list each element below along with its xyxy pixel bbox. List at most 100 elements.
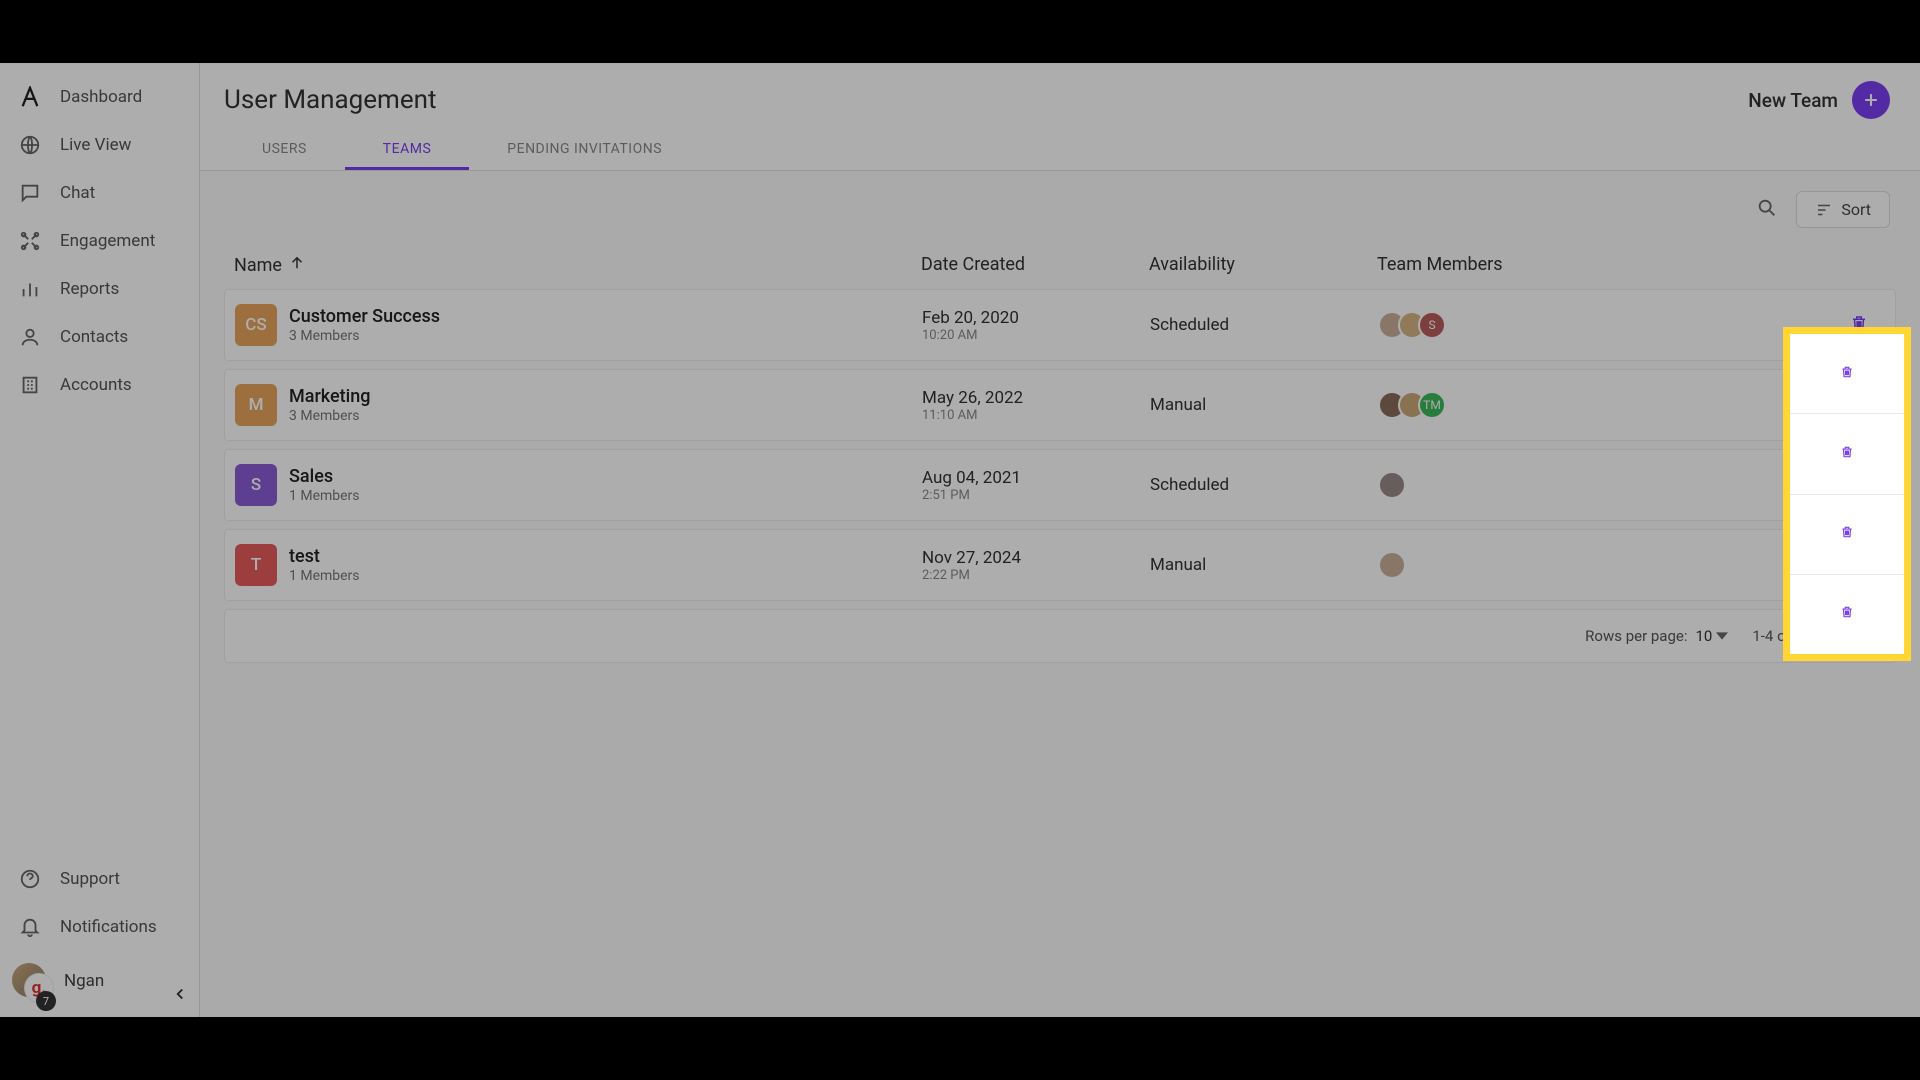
column-date[interactable]: Date Created <box>921 254 1149 277</box>
arrow-up-icon <box>288 254 306 277</box>
search-button[interactable] <box>1756 197 1778 223</box>
sidebar-item-live-view[interactable]: Live View <box>0 121 199 169</box>
team-members <box>1378 471 1823 499</box>
sidebar-item-label: Reports <box>60 279 119 299</box>
team-avatar: S <box>235 464 277 506</box>
plus-icon <box>1861 90 1881 110</box>
page-title: User Management <box>224 85 437 115</box>
team-availability: Scheduled <box>1150 475 1378 495</box>
new-team-button[interactable] <box>1852 81 1890 119</box>
trash-icon <box>1840 364 1854 380</box>
team-name: Marketing <box>289 386 922 407</box>
delete-team-button[interactable] <box>1840 444 1854 464</box>
collapse-sidebar-button[interactable] <box>171 985 189 1007</box>
delete-team-button[interactable] <box>1850 314 1868 336</box>
table-row[interactable]: M Marketing 3 Members May 26, 2022 11:10… <box>224 369 1896 441</box>
search-icon <box>1756 197 1778 219</box>
globe-icon <box>14 129 46 161</box>
team-members: TM <box>1378 391 1823 419</box>
table-header: Name Date Created Availability Team Memb… <box>224 242 1896 289</box>
team-availability: Manual <box>1150 395 1378 415</box>
toolbar: Sort <box>224 191 1896 228</box>
chat-icon <box>14 177 46 209</box>
team-availability: Scheduled <box>1150 315 1378 335</box>
team-members: S <box>1378 311 1823 339</box>
pagination: Rows per page: 10 1-4 of 4 <box>224 609 1896 663</box>
team-availability: Manual <box>1150 555 1378 575</box>
sort-icon <box>1815 201 1833 219</box>
sidebar-item-label: Chat <box>60 183 95 203</box>
delete-team-button[interactable] <box>1840 604 1854 624</box>
header: User Management New Team USERS TEAMS PEN… <box>200 63 1920 171</box>
sidebar-item-reports[interactable]: Reports <box>0 265 199 313</box>
tab-pending-invitations[interactable]: PENDING INVITATIONS <box>469 131 700 170</box>
bar-chart-icon <box>14 273 46 305</box>
new-team-label: New Team <box>1748 89 1838 112</box>
trash-icon <box>1840 604 1854 620</box>
sidebar: Dashboard Live View Chat Engagement Repo… <box>0 63 200 1017</box>
member-avatar <box>1378 551 1406 579</box>
sidebar-item-dashboard[interactable]: Dashboard <box>0 73 199 121</box>
notification-badge: 7 <box>36 991 56 1011</box>
sidebar-item-notifications[interactable]: Notifications <box>0 903 199 951</box>
sidebar-item-chat[interactable]: Chat <box>0 169 199 217</box>
team-time: 2:51 PM <box>922 488 1150 503</box>
rows-per-page-label: Rows per page: <box>1585 627 1687 645</box>
team-member-count: 1 Members <box>289 488 922 504</box>
tabs: USERS TEAMS PENDING INVITATIONS <box>224 131 1890 170</box>
rows-per-page-select[interactable]: 10 <box>1695 627 1728 645</box>
team-member-count: 1 Members <box>289 568 922 584</box>
sidebar-item-label: Notifications <box>60 917 157 937</box>
logo-icon <box>14 81 46 113</box>
team-date: May 26, 2022 <box>922 388 1150 408</box>
sidebar-item-label: Contacts <box>60 327 128 347</box>
main-content: User Management New Team USERS TEAMS PEN… <box>200 63 1920 1017</box>
table-row[interactable]: CS Customer Success 3 Members Feb 20, 20… <box>224 289 1896 361</box>
sidebar-item-accounts[interactable]: Accounts <box>0 361 199 409</box>
table-row[interactable]: T test 1 Members Nov 27, 2024 2:22 PM Ma… <box>224 529 1896 601</box>
sidebar-item-label: Dashboard <box>60 87 142 107</box>
team-avatar: CS <box>235 304 277 346</box>
team-time: 10:20 AM <box>922 328 1150 343</box>
trash-icon <box>1840 444 1854 460</box>
user-name: Ngan <box>64 971 104 991</box>
sidebar-item-support[interactable]: Support <box>0 855 199 903</box>
help-icon <box>14 863 46 895</box>
tab-teams[interactable]: TEAMS <box>345 131 469 170</box>
team-name: test <box>289 546 922 567</box>
user-profile[interactable]: g. 7 Ngan <box>0 951 199 1011</box>
sidebar-item-contacts[interactable]: Contacts <box>0 313 199 361</box>
team-avatar: T <box>235 544 277 586</box>
column-members[interactable]: Team Members <box>1377 254 1886 277</box>
contacts-icon <box>14 321 46 353</box>
team-avatar: M <box>235 384 277 426</box>
team-date: Aug 04, 2021 <box>922 468 1150 488</box>
sort-button[interactable]: Sort <box>1796 191 1890 228</box>
sidebar-item-engagement[interactable]: Engagement <box>0 217 199 265</box>
delete-team-button[interactable] <box>1840 524 1854 544</box>
column-name[interactable]: Name <box>234 254 921 277</box>
team-time: 11:10 AM <box>922 408 1150 423</box>
team-date: Nov 27, 2024 <box>922 548 1150 568</box>
avatar: g. 7 <box>10 959 54 1003</box>
delete-team-button[interactable] <box>1840 364 1854 384</box>
table-row[interactable]: S Sales 1 Members Aug 04, 2021 2:51 PM S… <box>224 449 1896 521</box>
team-time: 2:22 PM <box>922 568 1150 583</box>
tab-users[interactable]: USERS <box>224 131 345 170</box>
member-avatar <box>1378 471 1406 499</box>
column-availability[interactable]: Availability <box>1149 254 1377 277</box>
engagement-icon <box>14 225 46 257</box>
team-date: Feb 20, 2020 <box>922 308 1150 328</box>
sidebar-item-label: Accounts <box>60 375 132 395</box>
bell-icon <box>14 911 46 943</box>
sidebar-item-label: Live View <box>60 135 131 155</box>
caret-down-icon <box>1716 630 1728 642</box>
sidebar-item-label: Engagement <box>60 231 155 251</box>
chevron-left-icon <box>171 985 189 1003</box>
team-name: Customer Success <box>289 306 922 327</box>
trash-icon <box>1840 524 1854 540</box>
team-name: Sales <box>289 466 922 487</box>
team-member-count: 3 Members <box>289 328 922 344</box>
building-icon <box>14 369 46 401</box>
team-member-count: 3 Members <box>289 408 922 424</box>
